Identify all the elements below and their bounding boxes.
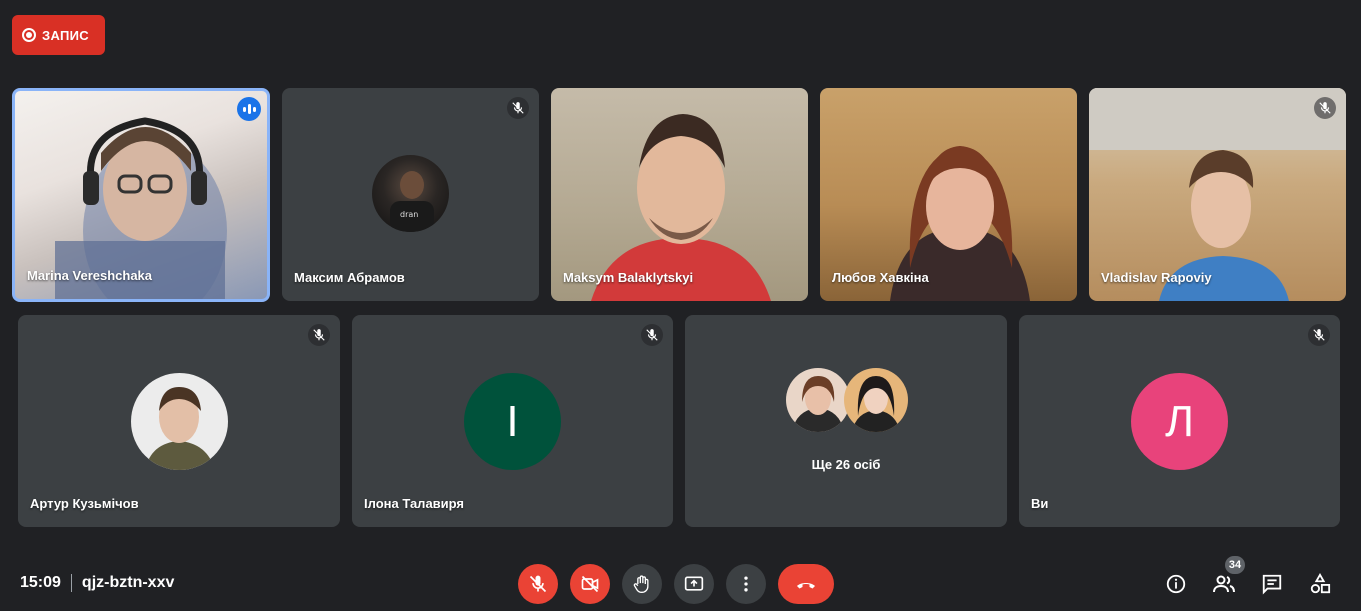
more-options-icon — [744, 576, 748, 592]
activities-icon — [1310, 573, 1331, 594]
recording-label: ЗАПИС — [42, 27, 89, 43]
toggle-camera-button[interactable] — [570, 564, 610, 604]
participant-tile-self[interactable]: Л Ви — [1019, 315, 1340, 527]
chat-button[interactable] — [1260, 572, 1284, 596]
chat-icon — [1262, 574, 1282, 595]
svg-text:dran: dran — [400, 210, 418, 219]
avatar — [131, 373, 228, 470]
participant-tile-artur[interactable]: Артур Кузьмічов — [18, 315, 340, 527]
participant-name: Любов Хавкіна — [832, 270, 929, 285]
avatar: І — [464, 373, 561, 470]
speaking-indicator-icon — [237, 97, 261, 121]
meeting-details: 15:09 qjz-bztn-xxv — [20, 574, 174, 592]
participant-tile-maksym-balaklytskyi[interactable]: Maksym Balaklytskyi — [551, 88, 808, 301]
activities-button[interactable] — [1308, 572, 1332, 596]
people-count-badge: 34 — [1225, 556, 1245, 574]
participant-tile-ilona[interactable]: І Ілона Талавиря — [352, 315, 673, 527]
present-icon — [684, 576, 704, 591]
raise-hand-icon — [633, 575, 649, 593]
info-icon — [1166, 574, 1186, 594]
meeting-code[interactable]: qjz-bztn-xxv — [82, 574, 174, 592]
participant-name: Vladislav Rapoviy — [1101, 270, 1212, 285]
avatar — [844, 368, 908, 432]
meeting-details-button[interactable] — [1164, 572, 1188, 596]
avatar: Л — [1131, 373, 1228, 470]
camera-off-icon — [581, 575, 599, 593]
recording-indicator[interactable]: ЗАПИС — [12, 15, 105, 55]
mic-off-icon — [1308, 324, 1330, 346]
participant-tile-liubov[interactable]: Любов Хавкіна — [820, 88, 1077, 301]
participant-tile-maksym-abramov[interactable]: dran Максим Абрамов — [282, 88, 539, 301]
avatar-initial: Л — [1165, 396, 1194, 446]
participant-name: Артур Кузьмічов — [30, 496, 139, 511]
participant-name: Ілона Талавиря — [364, 496, 465, 511]
mic-off-icon — [641, 324, 663, 346]
participant-name: Marina Vereshchaka — [27, 268, 153, 283]
mic-off-icon — [1314, 97, 1336, 119]
divider — [70, 574, 72, 592]
raise-hand-button[interactable] — [622, 564, 662, 604]
avatar: dran — [372, 155, 449, 232]
mic-off-icon — [507, 97, 529, 119]
participant-name: Максим Абрамов — [294, 270, 405, 285]
participant-tile-marina[interactable]: Marina Vereshchaka — [12, 88, 270, 302]
end-call-button[interactable] — [778, 564, 834, 604]
participant-name: Maksym Balaklytskyi — [563, 270, 694, 285]
participant-tile-vladislav[interactable]: Vladislav Rapoviy — [1089, 88, 1346, 301]
meeting-time: 15:09 — [20, 574, 61, 591]
more-participants-tile[interactable]: Ще 26 осіб — [685, 315, 1007, 527]
people-icon — [1213, 575, 1235, 593]
people-button[interactable] — [1212, 572, 1236, 596]
participant-name: Ви — [1031, 496, 1049, 511]
avatar — [786, 368, 850, 432]
mic-off-icon — [308, 324, 330, 346]
end-call-icon — [797, 583, 815, 589]
mic-off-icon — [529, 575, 547, 593]
avatar-initial: І — [506, 396, 519, 446]
present-screen-button[interactable] — [674, 564, 714, 604]
more-options-button[interactable] — [726, 564, 766, 604]
record-icon — [22, 28, 36, 42]
toggle-mic-button[interactable] — [518, 564, 558, 604]
more-participants-label: Ще 26 осіб — [811, 457, 881, 472]
